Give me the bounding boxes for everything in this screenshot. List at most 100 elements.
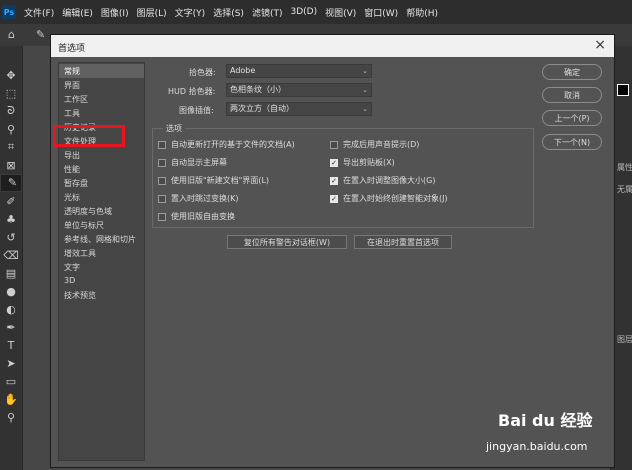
- dialog-titlebar: 首选项 ×: [51, 35, 614, 57]
- no-properties-label: 无属: [617, 185, 632, 194]
- hud-picker-select[interactable]: 色相条纹（小） ⌄: [226, 83, 372, 97]
- lasso-tool-icon[interactable]: ᘐ: [0, 102, 22, 120]
- option-export-clipboard-label: 导出剪贴板(X): [343, 158, 395, 167]
- eyedropper-tool-icon[interactable]: ✎: [0, 174, 22, 192]
- nav-item-tools[interactable]: 工具: [64, 108, 80, 119]
- menu-select[interactable]: 选择(S): [209, 6, 248, 19]
- nav-item-guides-grid[interactable]: 参考线、网格和切片: [64, 234, 136, 245]
- option-legacy-new-doc[interactable]: 使用旧版"新建文档"界面(L): [158, 175, 269, 186]
- option-resize-on-place[interactable]: ✓ 在置入时调整图像大小(G): [330, 175, 435, 186]
- layers-panel-label: 图层: [617, 335, 632, 344]
- gradient-tool-icon[interactable]: ▤: [0, 264, 22, 282]
- brush-tool-icon[interactable]: ✐: [0, 192, 22, 210]
- option-legacy-free-transform[interactable]: 使用旧版自由变换: [158, 211, 235, 222]
- menu-layer[interactable]: 图层(L): [133, 6, 171, 19]
- dialog-title: 首选项: [58, 44, 86, 54]
- move-tool-icon[interactable]: ✥: [0, 66, 22, 84]
- close-icon[interactable]: ×: [594, 37, 606, 53]
- nav-item-3d[interactable]: 3D: [64, 276, 75, 285]
- option-home-screen[interactable]: 自动显示主屏幕: [158, 157, 227, 168]
- chevron-down-icon: ⌄: [362, 67, 368, 75]
- photoshop-logo-icon: Ps: [2, 5, 16, 19]
- menu-file[interactable]: 文件(F): [20, 6, 58, 19]
- menu-bar: Ps 文件(F) 编辑(E) 图像(I) 图层(L) 文字(Y) 选择(S) 滤…: [0, 0, 632, 24]
- menu-help[interactable]: 帮助(H): [402, 6, 442, 19]
- hud-picker-value: 色相条纹（小）: [230, 85, 286, 94]
- checkbox-legacy-free-transform[interactable]: [158, 212, 166, 221]
- menu-view[interactable]: 视图(V): [321, 6, 360, 19]
- hand-tool-icon[interactable]: ✋: [0, 390, 22, 408]
- nav-item-cursors[interactable]: 光标: [64, 192, 80, 203]
- nav-item-workspace[interactable]: 工作区: [64, 94, 88, 105]
- checkbox-skip-transform[interactable]: [158, 194, 166, 203]
- type-tool-icon[interactable]: T: [0, 336, 22, 354]
- foreground-color-swatch[interactable]: [617, 84, 629, 96]
- checkbox-home-screen[interactable]: [158, 158, 166, 167]
- menu-edit[interactable]: 编辑(E): [58, 6, 97, 19]
- menu-filter[interactable]: 滤镜(T): [248, 6, 287, 19]
- history-brush-tool-icon[interactable]: ↺: [0, 228, 22, 246]
- reset-warnings-button[interactable]: 复位所有警告对话框(W): [227, 235, 347, 249]
- eyedropper-icon[interactable]: ✎: [36, 28, 45, 41]
- chevron-down-icon: ⌄: [362, 86, 368, 94]
- menu-type[interactable]: 文字(Y): [171, 6, 210, 19]
- option-export-clipboard[interactable]: ✓ 导出剪贴板(X): [330, 157, 395, 168]
- hud-picker-label: HUD 拾色器:: [168, 87, 216, 96]
- nav-item-tech-preview[interactable]: 技术预览: [64, 290, 96, 301]
- stamp-tool-icon[interactable]: ♣: [0, 210, 22, 228]
- cancel-button[interactable]: 取消: [542, 87, 602, 103]
- option-smart-object-label: 在置入时始终创建智能对象(J): [343, 194, 448, 203]
- menu-3d[interactable]: 3D(D): [286, 7, 321, 17]
- quick-select-tool-icon[interactable]: ⚲: [0, 120, 22, 138]
- nav-item-type[interactable]: 文字: [64, 262, 80, 273]
- nav-item-export[interactable]: 导出: [64, 150, 80, 161]
- blur-tool-icon[interactable]: ●: [0, 282, 22, 300]
- nav-item-general[interactable]: 常规: [64, 66, 80, 77]
- color-picker-select[interactable]: Adobe ⌄: [226, 64, 372, 78]
- menu-window[interactable]: 窗口(W): [360, 6, 402, 19]
- checkbox-auto-update[interactable]: [158, 140, 166, 149]
- shape-tool-icon[interactable]: ▭: [0, 372, 22, 390]
- nav-item-performance[interactable]: 性能: [64, 164, 80, 175]
- menu-image[interactable]: 图像(I): [97, 6, 133, 19]
- checkbox-legacy-new-doc[interactable]: [158, 176, 166, 185]
- pen-tool-icon[interactable]: ✒: [0, 318, 22, 336]
- zoom-tool-icon[interactable]: ⚲: [0, 408, 22, 426]
- option-legacy-free-transform-label: 使用旧版自由变换: [171, 212, 235, 221]
- baidu-watermark-logo: Bai du 经验: [498, 411, 593, 430]
- option-smart-object[interactable]: ✓ 在置入时始终创建智能对象(J): [330, 193, 448, 204]
- prev-button[interactable]: 上一个(P): [542, 110, 602, 126]
- tools-panel: ✥ ⬚ ᘐ ⚲ ⌗ ⊠ ✎ ✚ ✐ ♣ ↺ ⌫ ▤ ● ◐ ✒ T ➤ ▭ ✋ …: [0, 46, 23, 470]
- nav-item-transparency[interactable]: 透明度与色域: [64, 206, 112, 217]
- checkbox-export-clipboard[interactable]: ✓: [330, 158, 338, 167]
- option-sound-label: 完成后用声音提示(D): [343, 140, 420, 149]
- dodge-tool-icon[interactable]: ◐: [0, 300, 22, 318]
- options-group: 选项 自动更新打开的基于文件的文档(A) 完成后用声音提示(D) 自动显示主屏幕…: [152, 123, 534, 228]
- interpolation-value: 两次立方（自动）: [230, 104, 294, 113]
- ok-button[interactable]: 确定: [542, 64, 602, 80]
- path-select-tool-icon[interactable]: ➤: [0, 354, 22, 372]
- option-auto-update[interactable]: 自动更新打开的基于文件的文档(A): [158, 139, 295, 150]
- option-resize-on-place-label: 在置入时调整图像大小(G): [343, 176, 436, 185]
- home-icon[interactable]: ⌂: [8, 28, 20, 41]
- nav-item-units-rulers[interactable]: 单位与标尺: [64, 220, 104, 231]
- checkbox-sound[interactable]: [330, 140, 338, 149]
- preferences-dialog: 首选项 × 常规 界面 工作区 工具 历史记录 文件处理 导出 性能 暂存盘 光…: [50, 34, 615, 468]
- checkbox-smart-object[interactable]: ✓: [330, 194, 338, 203]
- frame-tool-icon[interactable]: ⊠: [0, 156, 22, 174]
- nav-item-interface[interactable]: 界面: [64, 80, 80, 91]
- highlight-annotation-box: [53, 125, 125, 147]
- reset-on-quit-button[interactable]: 在退出时重置首选项: [354, 235, 452, 249]
- crop-tool-icon[interactable]: ⌗: [0, 138, 22, 156]
- option-sound[interactable]: 完成后用声音提示(D): [330, 139, 419, 150]
- marquee-tool-icon[interactable]: ⬚: [0, 84, 22, 102]
- option-skip-transform[interactable]: 置入时跳过变换(K): [158, 193, 239, 204]
- next-button[interactable]: 下一个(N): [542, 134, 602, 150]
- interpolation-select[interactable]: 两次立方（自动） ⌄: [226, 102, 372, 116]
- eraser-tool-icon[interactable]: ⌫: [0, 246, 22, 264]
- nav-item-scratch-disks[interactable]: 暂存盘: [64, 178, 88, 189]
- nav-item-plugins[interactable]: 增效工具: [64, 248, 96, 259]
- options-group-title: 选项: [163, 123, 185, 134]
- checkbox-resize-on-place[interactable]: ✓: [330, 176, 338, 185]
- chevron-down-icon: ⌄: [362, 105, 368, 113]
